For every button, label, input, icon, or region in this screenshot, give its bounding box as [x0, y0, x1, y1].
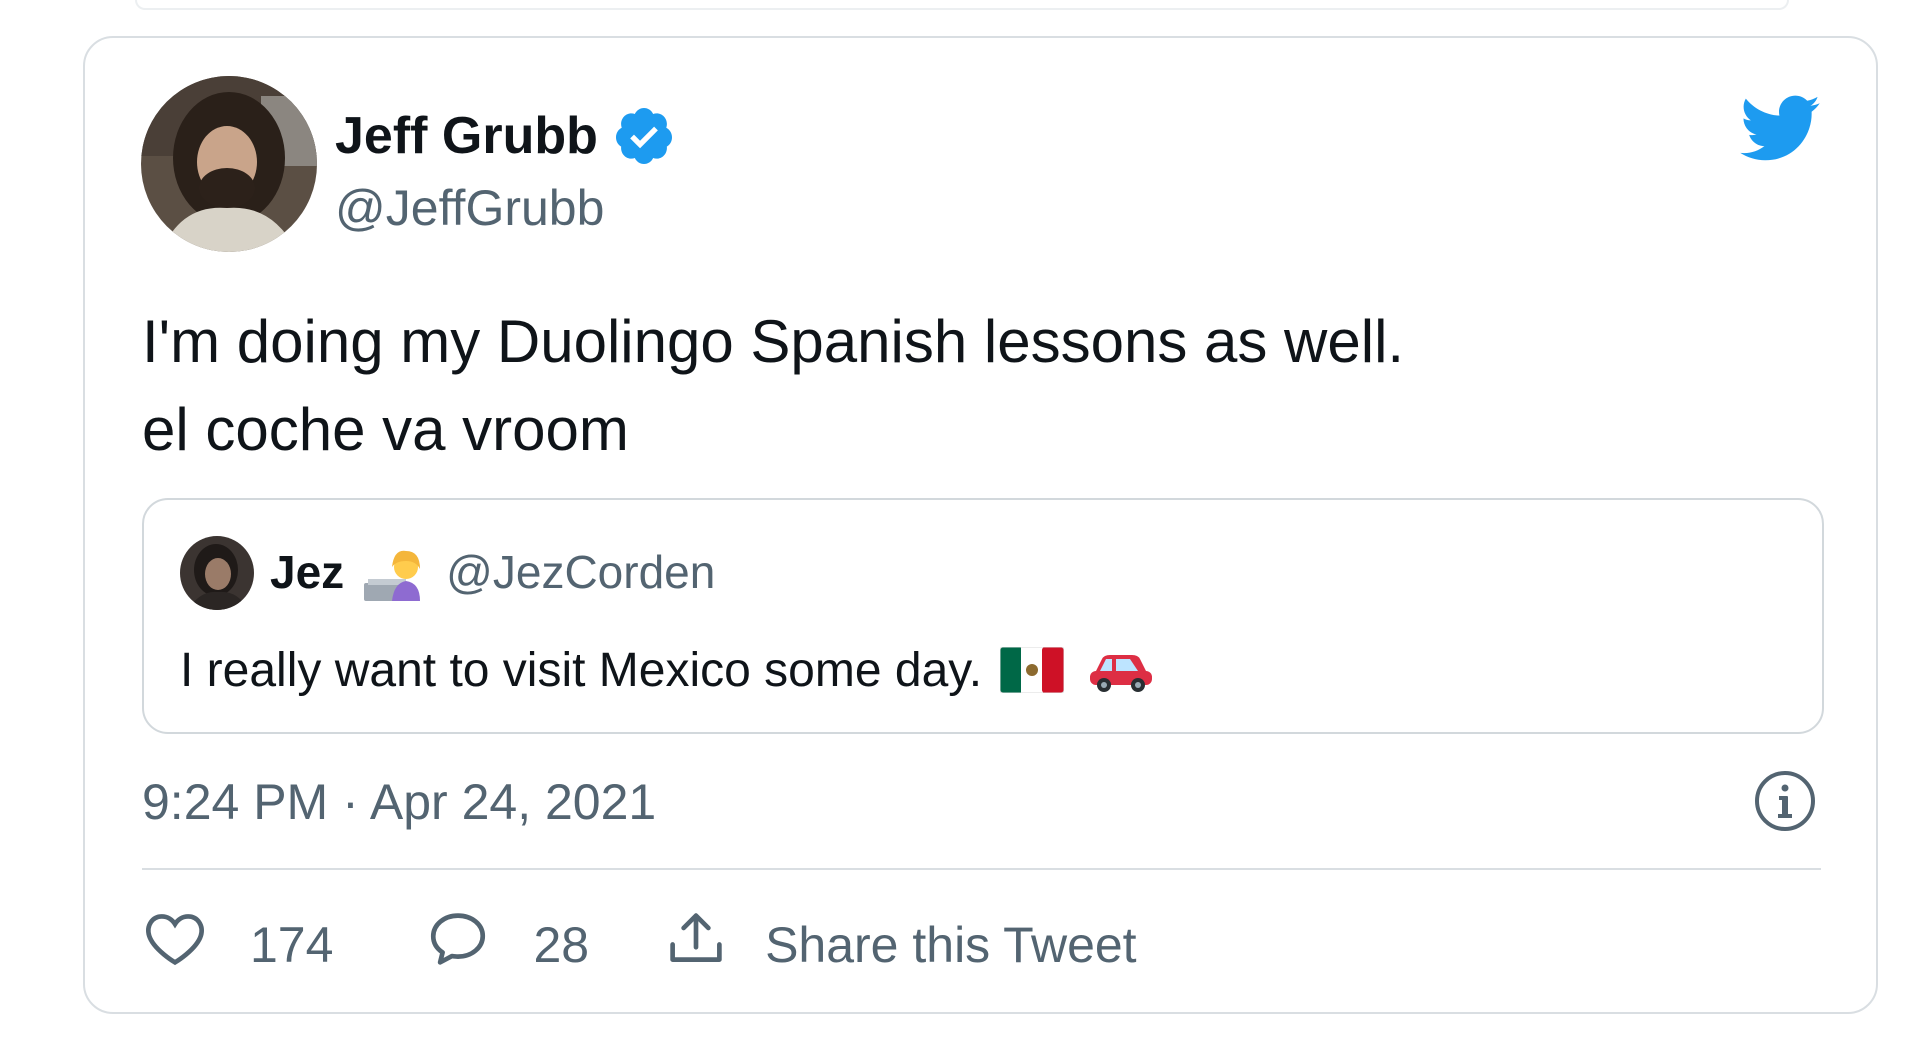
mexico-flag-emoji-icon [999, 646, 1065, 694]
tweet-text: I'm doing my Duolingo Spanish lessons as… [142, 308, 1405, 463]
quoted-tweet-text-row: I really want to visit Mexico some day. [180, 630, 1156, 710]
technologist-emoji-icon [358, 539, 424, 605]
quoted-author-row[interactable]: Jez @JezCorden [270, 532, 715, 612]
heart-icon [142, 906, 208, 984]
share-icon [663, 906, 729, 984]
info-icon[interactable] [1752, 768, 1818, 834]
quoted-tweet-text: I really want to visit Mexico some day. [180, 643, 983, 697]
embedded-tweet-card[interactable]: Jeff Grubb @JeffGrubb I'm doing my Duoli… [83, 36, 1878, 1014]
quoted-author-avatar [180, 536, 254, 610]
page: Jeff Grubb @JeffGrubb I'm doing my Duoli… [0, 0, 1920, 1044]
share-label: Share this Tweet [765, 917, 1137, 973]
twitter-bird-icon[interactable] [1737, 86, 1821, 170]
author-avatar[interactable] [141, 76, 317, 252]
like-button[interactable]: 174 [142, 906, 333, 984]
author-handle[interactable]: @JeffGrubb [335, 168, 604, 248]
verified-badge-icon [612, 104, 676, 168]
author-name[interactable]: Jeff Grubb [335, 96, 598, 176]
reply-button[interactable]: 28 [425, 906, 589, 984]
quoted-author-name[interactable]: Jez [270, 545, 344, 599]
author-name-row[interactable]: Jeff Grubb [335, 96, 676, 176]
quoted-author-handle[interactable]: @JezCorden [446, 545, 715, 599]
reply-bubble-icon [425, 906, 491, 984]
previous-card-edge [135, 0, 1789, 10]
divider [142, 868, 1821, 870]
car-emoji-icon [1086, 645, 1156, 695]
like-count: 174 [250, 917, 334, 973]
tweet-actions: 174 28 Share this Tweet [142, 900, 1137, 990]
tweet-timestamp[interactable]: 9:24 PM · Apr 24, 2021 [142, 762, 656, 842]
reply-count: 28 [533, 917, 590, 973]
share-button[interactable]: Share this Tweet [663, 906, 1137, 984]
quoted-tweet[interactable]: Jez @JezCorden I really want to visit Me… [142, 498, 1824, 734]
